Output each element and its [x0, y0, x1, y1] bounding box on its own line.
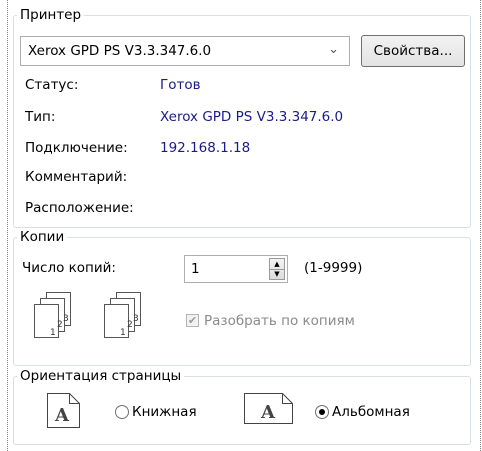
copies-group-label: Копии [20, 229, 65, 245]
landscape-label: Альбомная [332, 404, 410, 420]
portrait-page-letter: A [54, 405, 70, 426]
type-label: Тип: [25, 109, 56, 125]
printer-select[interactable]: Xerox GPD PS V3.3.347.6.0 ⌄ [20, 36, 350, 66]
page-number: 2 [127, 320, 133, 330]
radio-selected-dot [319, 409, 325, 415]
landscape-page-letter: A [260, 402, 276, 423]
landscape-radio[interactable] [315, 405, 329, 419]
collate-checkbox[interactable]: ✔ [186, 314, 199, 327]
panel-right-border [480, 0, 481, 451]
collate-stack-1: 1 2 3 [34, 292, 71, 338]
printer-group-label: Принтер [20, 7, 82, 23]
panel-left-border [7, 0, 8, 451]
page-number: 3 [133, 314, 139, 324]
collate-pages-icon: 1 2 3 1 2 3 [34, 292, 141, 338]
spin-down-icon[interactable]: ▼ [270, 269, 284, 279]
chevron-down-icon[interactable]: ⌄ [328, 42, 339, 57]
portrait-page-icon: A [47, 393, 80, 428]
landscape-page-icon: A [244, 393, 293, 424]
page-number: 3 [63, 314, 69, 324]
copies-count-stepper[interactable]: 1 ▲ ▼ [184, 255, 288, 283]
portrait-label: Книжная [132, 404, 197, 420]
type-value: Xerox GPD PS V3.3.347.6.0 [160, 109, 344, 125]
comment-label: Комментарий: [25, 169, 128, 185]
location-label: Расположение: [25, 200, 134, 216]
status-label: Статус: [25, 77, 79, 93]
copies-spin-buttons: ▲ ▼ [269, 258, 285, 280]
collate-stack-2: 1 2 3 [104, 292, 141, 338]
page-number: 2 [57, 320, 63, 330]
portrait-radio[interactable] [115, 405, 129, 419]
connection-label: Подключение: [25, 140, 128, 156]
connection-value: 192.168.1.18 [160, 140, 251, 156]
orientation-group-label: Ориентация страницы [20, 368, 182, 384]
collate-label: Разобрать по копиям [204, 313, 355, 329]
copies-range-hint: (1-9999) [304, 260, 363, 276]
copies-count-label: Число копий: [22, 260, 116, 276]
copies-count-value: 1 [191, 261, 200, 277]
printer-select-value: Xerox GPD PS V3.3.347.6.0 [28, 43, 212, 59]
status-value: Готов [160, 77, 201, 93]
page-number: 1 [120, 328, 126, 338]
page-number: 1 [50, 328, 56, 338]
printer-properties-button[interactable]: Свойства... [361, 35, 465, 67]
